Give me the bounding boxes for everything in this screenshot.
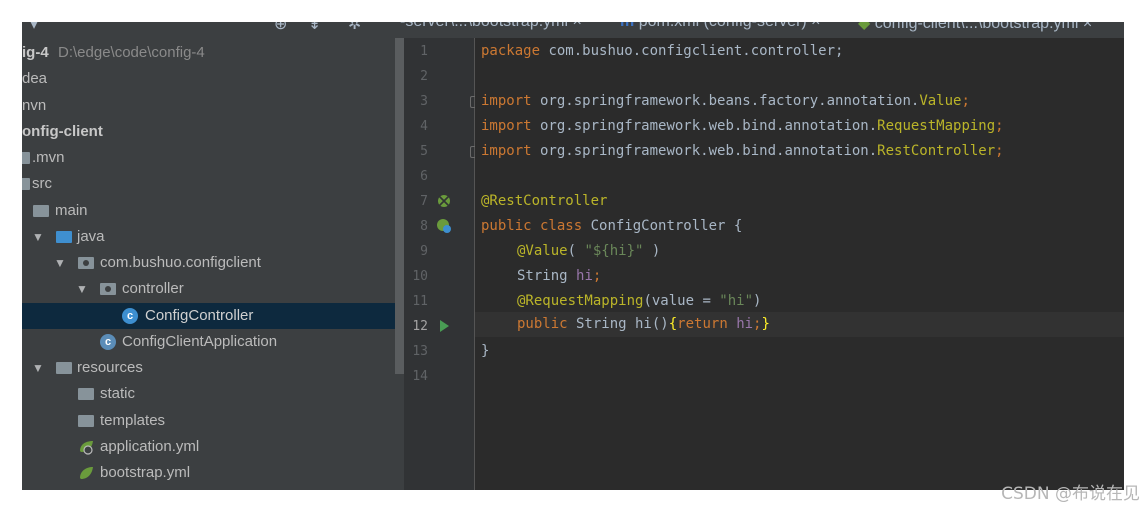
package-icon [100,283,116,295]
tree-item-label: dea [22,70,48,87]
spring-boot-class-icon: c [100,334,116,350]
tree-item-label: static [100,385,136,402]
tree-item-idea[interactable]: dea [22,66,395,92]
spring-yml-icon [80,441,93,455]
chevron-down-icon[interactable]: ▾ [30,22,38,33]
tree-item-label: ConfigController [145,307,254,324]
code-line-9: @Value( "${hi}" ) [517,243,661,259]
tree-item-label: ig-4 [22,44,49,61]
tab-client-bootstrap[interactable]: ◆ config-client\...\bootstrap.yml × [858,22,1092,33]
tree-item-resources[interactable]: ▼ resources [22,355,395,381]
line-number: 7 [420,194,428,209]
code-line-13: } [481,343,490,359]
tab-pom-xml[interactable]: m pom.xml (config-server) × [620,22,821,31]
code-editor[interactable]: package com.bushuo.configclient.controll… [475,38,1124,490]
line-number: 9 [420,244,428,259]
line-number: 13 [412,344,428,359]
leaf-icon: ◆ [858,22,871,32]
tree-item-application-yml[interactable]: application.yml [22,434,395,460]
maven-icon: m [620,22,634,30]
ide-window: ▾ ⊕ ⇟ ✲ -server\...\bootstrap.yml × m po… [22,22,1124,490]
tree-item-package[interactable]: ▼ com.bushuo.configclient [22,250,395,276]
tree-item-project-root[interactable]: ig-4 D:\edge\code\config-4 [22,40,395,66]
expand-arrow-icon[interactable]: ▼ [76,276,88,302]
tree-item-label: src [32,175,52,192]
package-icon [78,257,94,269]
expand-arrow-icon[interactable]: ▼ [54,250,66,276]
tree-item-label: application.yml [100,438,200,455]
line-number: 4 [420,119,428,134]
code-line-1: package com.bushuo.configclient.controll… [481,43,844,59]
tree-item-mvn[interactable]: nvn [22,93,395,119]
spring-bean-gutter-icon[interactable] [436,193,452,209]
folder-icon [78,388,94,400]
tree-item-config-client-application[interactable]: c ConfigClientApplication [22,329,395,355]
tree-item-label: main [55,202,88,219]
tree-item-src[interactable]: src [22,171,395,197]
line-number: 1 [420,44,428,59]
tree-item-label: nvn [22,97,47,114]
line-number: 2 [420,69,428,84]
tree-item-config-controller[interactable]: c ConfigController [22,303,395,329]
tree-item-config-client[interactable]: onfig-client [22,119,395,145]
tree-item-label: templates [100,412,166,429]
tree-item-dot-mvn[interactable]: .mvn [22,145,395,171]
tree-item-java[interactable]: ▼ java [22,224,395,250]
tree-item-bootstrap-yml[interactable]: bootstrap.yml [22,460,395,486]
tree-item-label: controller [122,280,184,297]
tree-item-label: resources [77,359,143,376]
tree-item-main[interactable]: main [22,198,395,224]
code-line-7: @RestController [481,193,608,209]
line-number: 11 [412,294,428,309]
code-line-5: import org.springframework.web.bind.anno… [481,143,1004,159]
tree-item-label: bootstrap.yml [100,464,191,481]
source-folder-icon [56,231,72,243]
editor-gutter: 1 2 3 4 5 6 7 8 9 10 11 12 13 14 [404,38,479,490]
tree-item-label: java [77,228,105,245]
code-line-11: @RequestMapping(value = "hi") [517,293,762,309]
tree-item-label: onfig-client [22,123,103,140]
folder-icon [78,415,94,427]
spring-yml-icon [80,467,93,479]
code-line-3: import org.springframework.beans.factory… [481,93,970,109]
tree-item-templates[interactable]: templates [22,408,395,434]
folder-icon [22,178,30,190]
expand-arrow-icon[interactable]: ▼ [32,355,44,381]
expand-arrow-icon[interactable]: ▼ [32,224,44,250]
project-scrollbar[interactable] [395,38,404,374]
code-line-10: String hi; [517,268,602,284]
tab-server-bootstrap[interactable]: -server\...\bootstrap.yml × [400,22,582,31]
code-line-8: public class ConfigController { [481,218,743,234]
project-panel: ig-4 D:\edge\code\config-4 dea nvn onfig… [22,38,404,490]
collapse-icon[interactable]: ⇟ [308,22,321,33]
spring-bean-gutter-icon[interactable] [436,218,452,234]
code-line-4: import org.springframework.web.bind.anno… [481,118,1004,134]
line-number: 10 [412,269,428,284]
target-icon[interactable]: ⊕ [274,22,287,33]
tree-item-controller[interactable]: ▼ controller [22,276,395,302]
tree-item-label: .mvn [32,149,65,166]
line-number: 6 [420,169,428,184]
gear-icon[interactable]: ✲ [348,22,361,33]
toolbar-strip: ▾ ⊕ ⇟ ✲ -server\...\bootstrap.yml × m po… [22,22,1124,38]
folder-icon [22,152,30,164]
line-number: 5 [420,144,428,159]
watermark: CSDN @布说在见 [1001,484,1140,504]
class-icon: c [122,308,138,324]
resources-folder-icon [56,362,72,374]
line-number: 14 [412,369,428,384]
tree-item-label: ConfigClientApplication [122,333,278,350]
tree-item-label: com.bushuo.configclient [100,254,261,271]
run-gutter-icon[interactable] [436,318,452,334]
line-number: 12 [412,319,428,334]
project-path: D:\edge\code\config-4 [58,44,205,61]
line-number: 3 [420,94,428,109]
folder-icon [33,205,49,217]
line-number: 8 [420,219,428,234]
code-line-12: public String hi(){return hi;} [517,316,770,332]
tree-item-static[interactable]: static [22,381,395,407]
